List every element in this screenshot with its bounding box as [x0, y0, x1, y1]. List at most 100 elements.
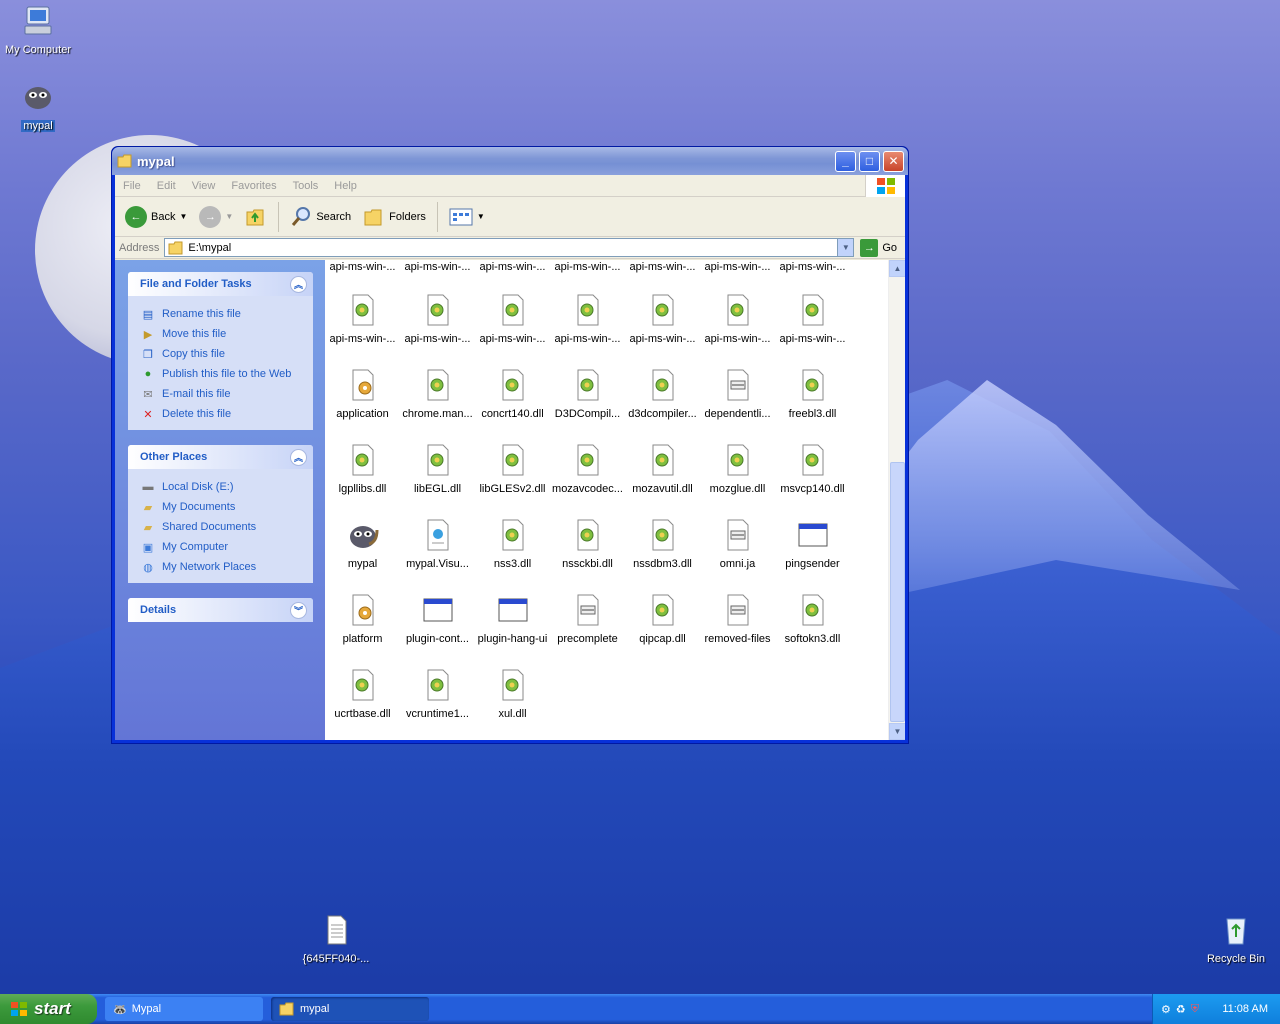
file-item[interactable]: mozavcodec... — [550, 424, 625, 499]
place-my-network[interactable]: ◍ My Network Places — [140, 557, 303, 577]
file-item[interactable]: plugin-hang-ui — [475, 574, 550, 649]
file-item[interactable]: concrt140.dll — [475, 349, 550, 424]
file-item[interactable]: ucrtbase.dll — [325, 649, 400, 724]
menu-file[interactable]: File — [115, 180, 149, 192]
address-dropdown-button[interactable]: ▼ — [837, 239, 854, 256]
menu-help[interactable]: Help — [326, 180, 365, 192]
desktop-icon-file[interactable]: {645FF040-... — [298, 913, 374, 965]
collapse-icon[interactable]: ︽ — [290, 275, 307, 293]
file-folder-tasks-header[interactable]: File and Folder Tasks ︽ — [128, 272, 313, 296]
file-item[interactable]: qipcap.dll — [625, 574, 700, 649]
menu-favorites[interactable]: Favorites — [223, 180, 284, 192]
file-item[interactable]: api-ms-win-... — [325, 260, 400, 274]
file-item[interactable]: api-ms-win-... — [775, 260, 850, 274]
taskbar-item-mypal-browser[interactable]: 🦝 Mypal — [105, 997, 263, 1021]
dll-file-icon — [352, 294, 373, 326]
file-item[interactable]: mypal.Visu... — [400, 499, 475, 574]
expand-icon[interactable]: ︾ — [290, 601, 307, 619]
file-item[interactable]: plugin-cont... — [400, 574, 475, 649]
file-name: vcruntime1... — [406, 708, 469, 720]
file-item[interactable]: vcruntime1... — [400, 649, 475, 724]
desktop-icon-recycle-bin[interactable]: Recycle Bin — [1198, 913, 1274, 965]
forward-button[interactable]: → ▼ — [195, 204, 237, 230]
desktop-icon-mypal[interactable]: mypal — [0, 80, 76, 132]
menu-tools[interactable]: Tools — [285, 180, 327, 192]
task-move-file[interactable]: ▶ Move this file — [140, 324, 303, 344]
file-item[interactable]: api-ms-win-... — [775, 274, 850, 349]
file-item[interactable]: omni.ja — [700, 499, 775, 574]
maximize-button[interactable]: □ — [859, 150, 880, 172]
file-item[interactable]: chrome.man... — [400, 349, 475, 424]
file-item[interactable]: api-ms-win-... — [700, 274, 775, 349]
file-item[interactable]: pingsender — [775, 499, 850, 574]
file-item[interactable]: api-ms-win-... — [550, 260, 625, 274]
vertical-scrollbar[interactable]: ▲ ▼ — [888, 260, 905, 740]
file-item[interactable]: precomplete — [550, 574, 625, 649]
start-button[interactable]: start — [0, 994, 97, 1024]
place-local-disk[interactable]: ▬ Local Disk (E:) — [140, 477, 303, 497]
file-item[interactable]: api-ms-win-... — [700, 260, 775, 274]
file-item[interactable]: freebl3.dll — [775, 349, 850, 424]
file-item[interactable]: softokn3.dll — [775, 574, 850, 649]
file-item[interactable]: api-ms-win-... — [325, 274, 400, 349]
file-name: dependentli... — [704, 408, 771, 420]
file-item[interactable]: dependentli... — [700, 349, 775, 424]
place-my-documents[interactable]: ▰ My Documents — [140, 497, 303, 517]
file-item[interactable]: api-ms-win-... — [550, 274, 625, 349]
scroll-up-button[interactable]: ▲ — [889, 260, 905, 277]
file-item[interactable]: platform — [325, 574, 400, 649]
file-item[interactable]: lgpllibs.dll — [325, 424, 400, 499]
details-header[interactable]: Details ︾ — [128, 598, 313, 622]
file-item[interactable]: D3DCompil... — [550, 349, 625, 424]
file-item[interactable]: mypal — [325, 499, 400, 574]
minimize-button[interactable]: _ — [835, 150, 856, 172]
file-item[interactable]: api-ms-win-... — [400, 260, 475, 274]
menu-view[interactable]: View — [184, 180, 224, 192]
task-email-file[interactable]: ✉ E-mail this file — [140, 384, 303, 404]
file-item[interactable]: mozglue.dll — [700, 424, 775, 499]
file-item[interactable]: nssdbm3.dll — [625, 499, 700, 574]
file-item[interactable]: d3dcompiler... — [625, 349, 700, 424]
menu-edit[interactable]: Edit — [149, 180, 184, 192]
safely-remove-tray-icon[interactable]: ♻ — [1176, 1003, 1186, 1016]
search-button[interactable]: Search — [286, 204, 355, 230]
place-shared-documents[interactable]: ▰ Shared Documents — [140, 517, 303, 537]
file-item[interactable]: libGLESv2.dll — [475, 424, 550, 499]
scroll-thumb[interactable] — [890, 462, 905, 722]
other-places-header[interactable]: Other Places ︽ — [128, 445, 313, 469]
file-item[interactable]: msvcp140.dll — [775, 424, 850, 499]
file-item[interactable]: api-ms-win-... — [400, 274, 475, 349]
folders-button[interactable]: Folders — [359, 204, 430, 230]
file-item[interactable]: api-ms-win-... — [475, 260, 550, 274]
security-tray-icon[interactable]: ⛨ — [1191, 1003, 1199, 1016]
up-folder-button[interactable] — [241, 204, 271, 230]
back-button[interactable]: ← Back ▼ — [121, 204, 191, 230]
task-copy-file[interactable]: ❐ Copy this file — [140, 344, 303, 364]
file-item[interactable]: api-ms-win-... — [475, 274, 550, 349]
file-item[interactable]: nssckbi.dll — [550, 499, 625, 574]
network-tray-icon[interactable]: ⚙ — [1161, 1003, 1171, 1016]
file-item[interactable]: xul.dll — [475, 649, 550, 724]
clock[interactable]: 11:08 AM — [1222, 1003, 1268, 1015]
task-publish-web[interactable]: ● Publish this file to the Web — [140, 364, 303, 384]
collapse-icon[interactable]: ︽ — [290, 448, 307, 466]
place-my-computer[interactable]: ▣ My Computer — [140, 537, 303, 557]
file-item[interactable]: mozavutil.dll — [625, 424, 700, 499]
close-button[interactable]: ✕ — [883, 150, 904, 172]
views-button[interactable]: ▼ — [445, 205, 489, 229]
address-input[interactable]: E:\mypal ▼ — [164, 238, 855, 257]
file-item[interactable]: libEGL.dll — [400, 424, 475, 499]
task-rename-file[interactable]: ▤ Rename this file — [140, 304, 303, 324]
file-item[interactable]: nss3.dll — [475, 499, 550, 574]
file-item[interactable]: api-ms-win-... — [625, 260, 700, 274]
task-delete-file[interactable]: ✕ Delete this file — [140, 404, 303, 424]
desktop-icon-my-computer[interactable]: My Computer — [0, 4, 76, 56]
scroll-down-button[interactable]: ▼ — [889, 723, 905, 740]
folder-icon — [279, 1002, 294, 1016]
go-button[interactable]: → Go — [854, 238, 905, 257]
file-item[interactable]: application — [325, 349, 400, 424]
title-bar[interactable]: mypal _ □ ✕ — [112, 147, 908, 175]
taskbar-item-mypal-folder[interactable]: mypal — [271, 997, 429, 1021]
file-item[interactable]: api-ms-win-... — [625, 274, 700, 349]
file-item[interactable]: removed-files — [700, 574, 775, 649]
